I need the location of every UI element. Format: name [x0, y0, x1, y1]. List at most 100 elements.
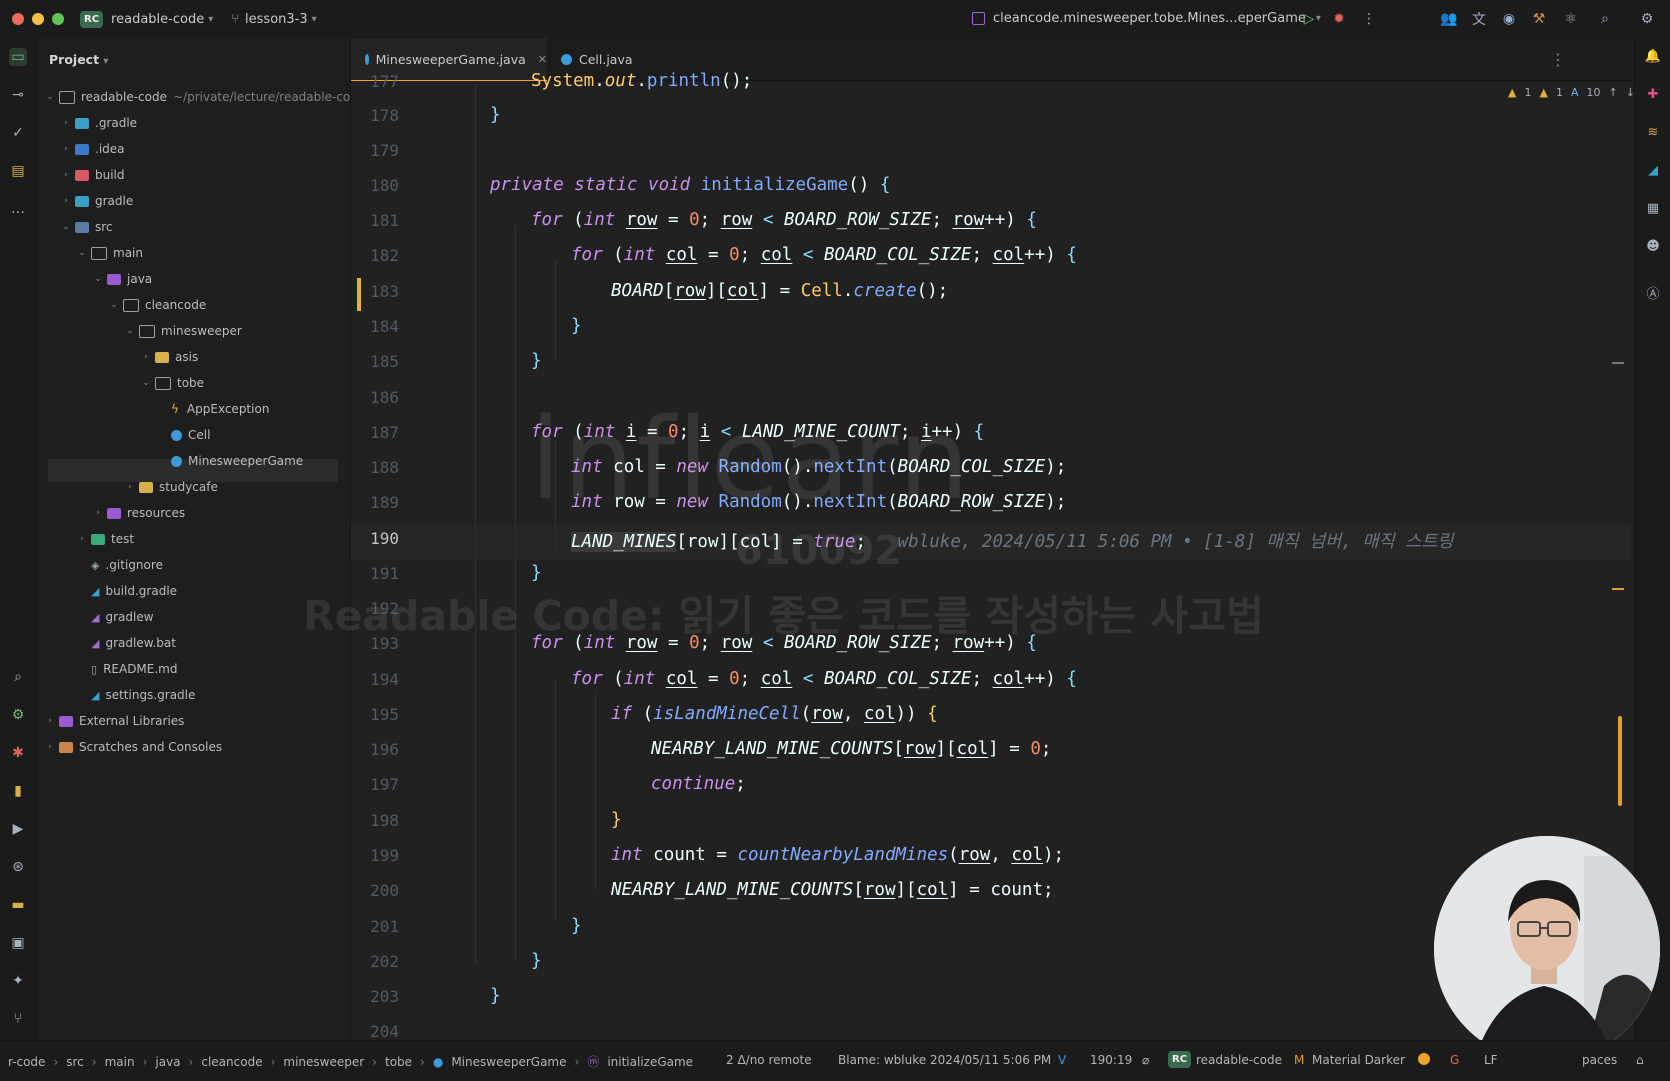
line-number[interactable]: 184 — [351, 317, 399, 336]
tree-item-build[interactable]: › build — [60, 164, 124, 186]
line-number[interactable]: 182 — [351, 246, 399, 265]
line-number[interactable]: 202 — [351, 952, 399, 971]
tree-item-gradlew[interactable]: ◢ gradlew — [76, 606, 154, 628]
tree-item-resources[interactable]: › resources — [92, 502, 185, 524]
breadcrumb-item[interactable]: src — [66, 1055, 84, 1069]
terminal-icon[interactable]: ▣ — [9, 934, 27, 952]
version-control-icon[interactable]: ⑂ — [9, 1010, 27, 1028]
lock-icon[interactable]: ⌂ — [1636, 1053, 1644, 1067]
breadcrumb-item[interactable]: minesweeper — [283, 1055, 364, 1069]
code-line-194[interactable]: for (int col = 0; col < BOARD_COL_SIZE; … — [571, 669, 1077, 689]
code-line-178[interactable]: } — [490, 105, 501, 125]
tree-item-cell[interactable]: Cell — [156, 424, 210, 446]
code-line-177[interactable]: System.out.println(); — [531, 71, 752, 91]
line-number[interactable]: 189 — [351, 493, 399, 512]
line-number[interactable]: 194 — [351, 670, 399, 689]
tree-item-test[interactable]: › test — [76, 528, 134, 550]
debug-icon[interactable]: ✹ — [1330, 10, 1348, 28]
tree-item-gradle-cache[interactable]: › .gradle — [60, 112, 137, 134]
code-line-181[interactable]: for (int row = 0; row < BOARD_ROW_SIZE; … — [531, 210, 1037, 230]
line-number[interactable]: 195 — [351, 705, 399, 724]
code-line-195[interactable]: if (isLandMineCell(row, col)) { — [611, 704, 938, 724]
line-number[interactable]: 186 — [351, 388, 399, 407]
debug-tool-icon[interactable]: ✦ — [9, 972, 27, 990]
line-number[interactable]: 185 — [351, 352, 399, 371]
code-line-197[interactable]: continue; — [651, 774, 746, 794]
minimize-window-button[interactable] — [32, 13, 44, 25]
line-number[interactable]: 181 — [351, 211, 399, 230]
inline-blame[interactable]: wbluke, 2024/05/11 5:06 PM • [1-8] 매직 넘버… — [898, 532, 1454, 552]
vcs-status[interactable]: 2 Δ/no remote — [726, 1053, 812, 1067]
tree-item-minesweepergame[interactable]: MinesweeperGame — [156, 450, 303, 472]
todo-icon[interactable]: ▬ — [9, 896, 27, 914]
tree-item-minesweeper[interactable]: ⌄ minesweeper — [124, 320, 242, 342]
line-number[interactable]: 179 — [351, 141, 399, 160]
more-tools-icon[interactable]: … — [9, 200, 27, 218]
theme-name[interactable]: Material Darker — [1312, 1053, 1405, 1067]
line-number[interactable]: 196 — [351, 740, 399, 759]
run-tool-icon[interactable]: ▶ — [9, 820, 27, 838]
code-line-201[interactable]: } — [571, 916, 582, 936]
prev-highlight-icon[interactable]: ↑ — [1608, 86, 1617, 99]
ai-plugin-icon[interactable]: ✚ — [1645, 86, 1661, 102]
code-line-202[interactable]: } — [531, 951, 542, 971]
breadcrumb-item[interactable]: main — [105, 1055, 135, 1069]
code-line-183[interactable]: BOARD[row][col] = Cell.create(); — [611, 281, 948, 301]
problems-icon[interactable]: ✱ — [9, 744, 27, 762]
line-separator[interactable]: LF — [1484, 1053, 1498, 1067]
google-icon[interactable]: G — [1450, 1053, 1459, 1067]
breadcrumb-item[interactable]: MinesweeperGame — [451, 1055, 566, 1069]
close-window-button[interactable] — [12, 13, 24, 25]
code-line-184[interactable]: } — [571, 316, 582, 336]
line-number[interactable]: 198 — [351, 811, 399, 830]
read-only-toggle-icon[interactable]: ⌀ — [1142, 1053, 1149, 1067]
code-with-me-icon[interactable]: 👥 — [1440, 10, 1458, 28]
tree-item-settings-gradle[interactable]: ◢ settings.gradle — [76, 684, 195, 706]
translate-icon[interactable]: 文 — [1470, 10, 1488, 28]
tree-item-build-gradle[interactable]: ◢ build.gradle — [76, 580, 177, 602]
status-circle-icon[interactable] — [1418, 1053, 1430, 1065]
structure-icon[interactable]: ▤ — [9, 162, 27, 180]
more-actions-icon[interactable]: ⋮ — [1360, 10, 1378, 28]
project-panel-header[interactable]: Project ▾ — [49, 52, 108, 67]
line-number[interactable]: 199 — [351, 846, 399, 865]
tree-item-scratches[interactable]: › Scratches and Consoles — [44, 736, 222, 758]
pull-requests-icon[interactable]: ✓ — [9, 124, 27, 142]
tree-item-idea[interactable]: › .idea — [60, 138, 124, 160]
branch-switcher[interactable]: lesson3-3 — [245, 12, 308, 27]
notifications-icon[interactable]: 🔔 — [1645, 48, 1661, 64]
project-switcher[interactable]: readable-code — [111, 12, 204, 27]
line-number[interactable]: 177 — [351, 72, 399, 91]
tree-item-gradle[interactable]: › gradle — [60, 190, 133, 212]
code-line-198[interactable]: } — [611, 810, 622, 830]
tree-item-main[interactable]: ⌄ main — [76, 242, 143, 264]
database-tool-icon[interactable]: ≋ — [1645, 124, 1661, 140]
find-icon[interactable]: ⌕ — [9, 668, 27, 686]
table-icon[interactable]: ▦ — [1645, 200, 1661, 216]
line-number[interactable]: 187 — [351, 423, 399, 442]
copilot-icon[interactable]: ☻ — [1645, 238, 1661, 254]
tools-icon[interactable]: ⚒ — [1530, 10, 1548, 28]
close-tab-icon[interactable]: ✕ — [538, 53, 547, 66]
code-line-190[interactable]: LAND_MINES[row][col] = true; wbluke, 202… — [571, 528, 1453, 553]
indent-setting[interactable]: paces — [1582, 1053, 1617, 1067]
project-tool-icon[interactable]: ▭ — [9, 48, 27, 66]
breadcrumb-item[interactable]: initializeGame — [607, 1055, 693, 1069]
tree-item-appexception[interactable]: ϟ AppException — [156, 398, 269, 420]
code-line-180[interactable]: private static void initializeGame() { — [490, 175, 890, 195]
inspection-widget[interactable]: ▲ 1 ▲ 1 A 10 ↑ ↓ — [1508, 86, 1635, 99]
git-graph-icon[interactable]: ⊛ — [9, 858, 27, 876]
line-number[interactable]: 203 — [351, 987, 399, 1006]
maximize-window-button[interactable] — [52, 13, 64, 25]
tree-item-readme[interactable]: ▯ README.md — [76, 658, 178, 680]
status-circle-icon[interactable]: ◉ — [1500, 10, 1518, 28]
line-number[interactable]: 191 — [351, 564, 399, 583]
line-number-current[interactable]: 190 — [351, 529, 399, 548]
database-icon[interactable]: ▮ — [9, 782, 27, 800]
line-number[interactable]: 183 — [351, 282, 399, 301]
line-number[interactable]: 188 — [351, 458, 399, 477]
tree-item-studycafe[interactable]: › studycafe — [124, 476, 218, 498]
gradle-tool-icon[interactable]: ◢ — [1645, 162, 1661, 178]
tree-item-cleancode[interactable]: ⌄ cleancode — [108, 294, 206, 316]
tree-item-asis[interactable]: › asis — [140, 346, 198, 368]
